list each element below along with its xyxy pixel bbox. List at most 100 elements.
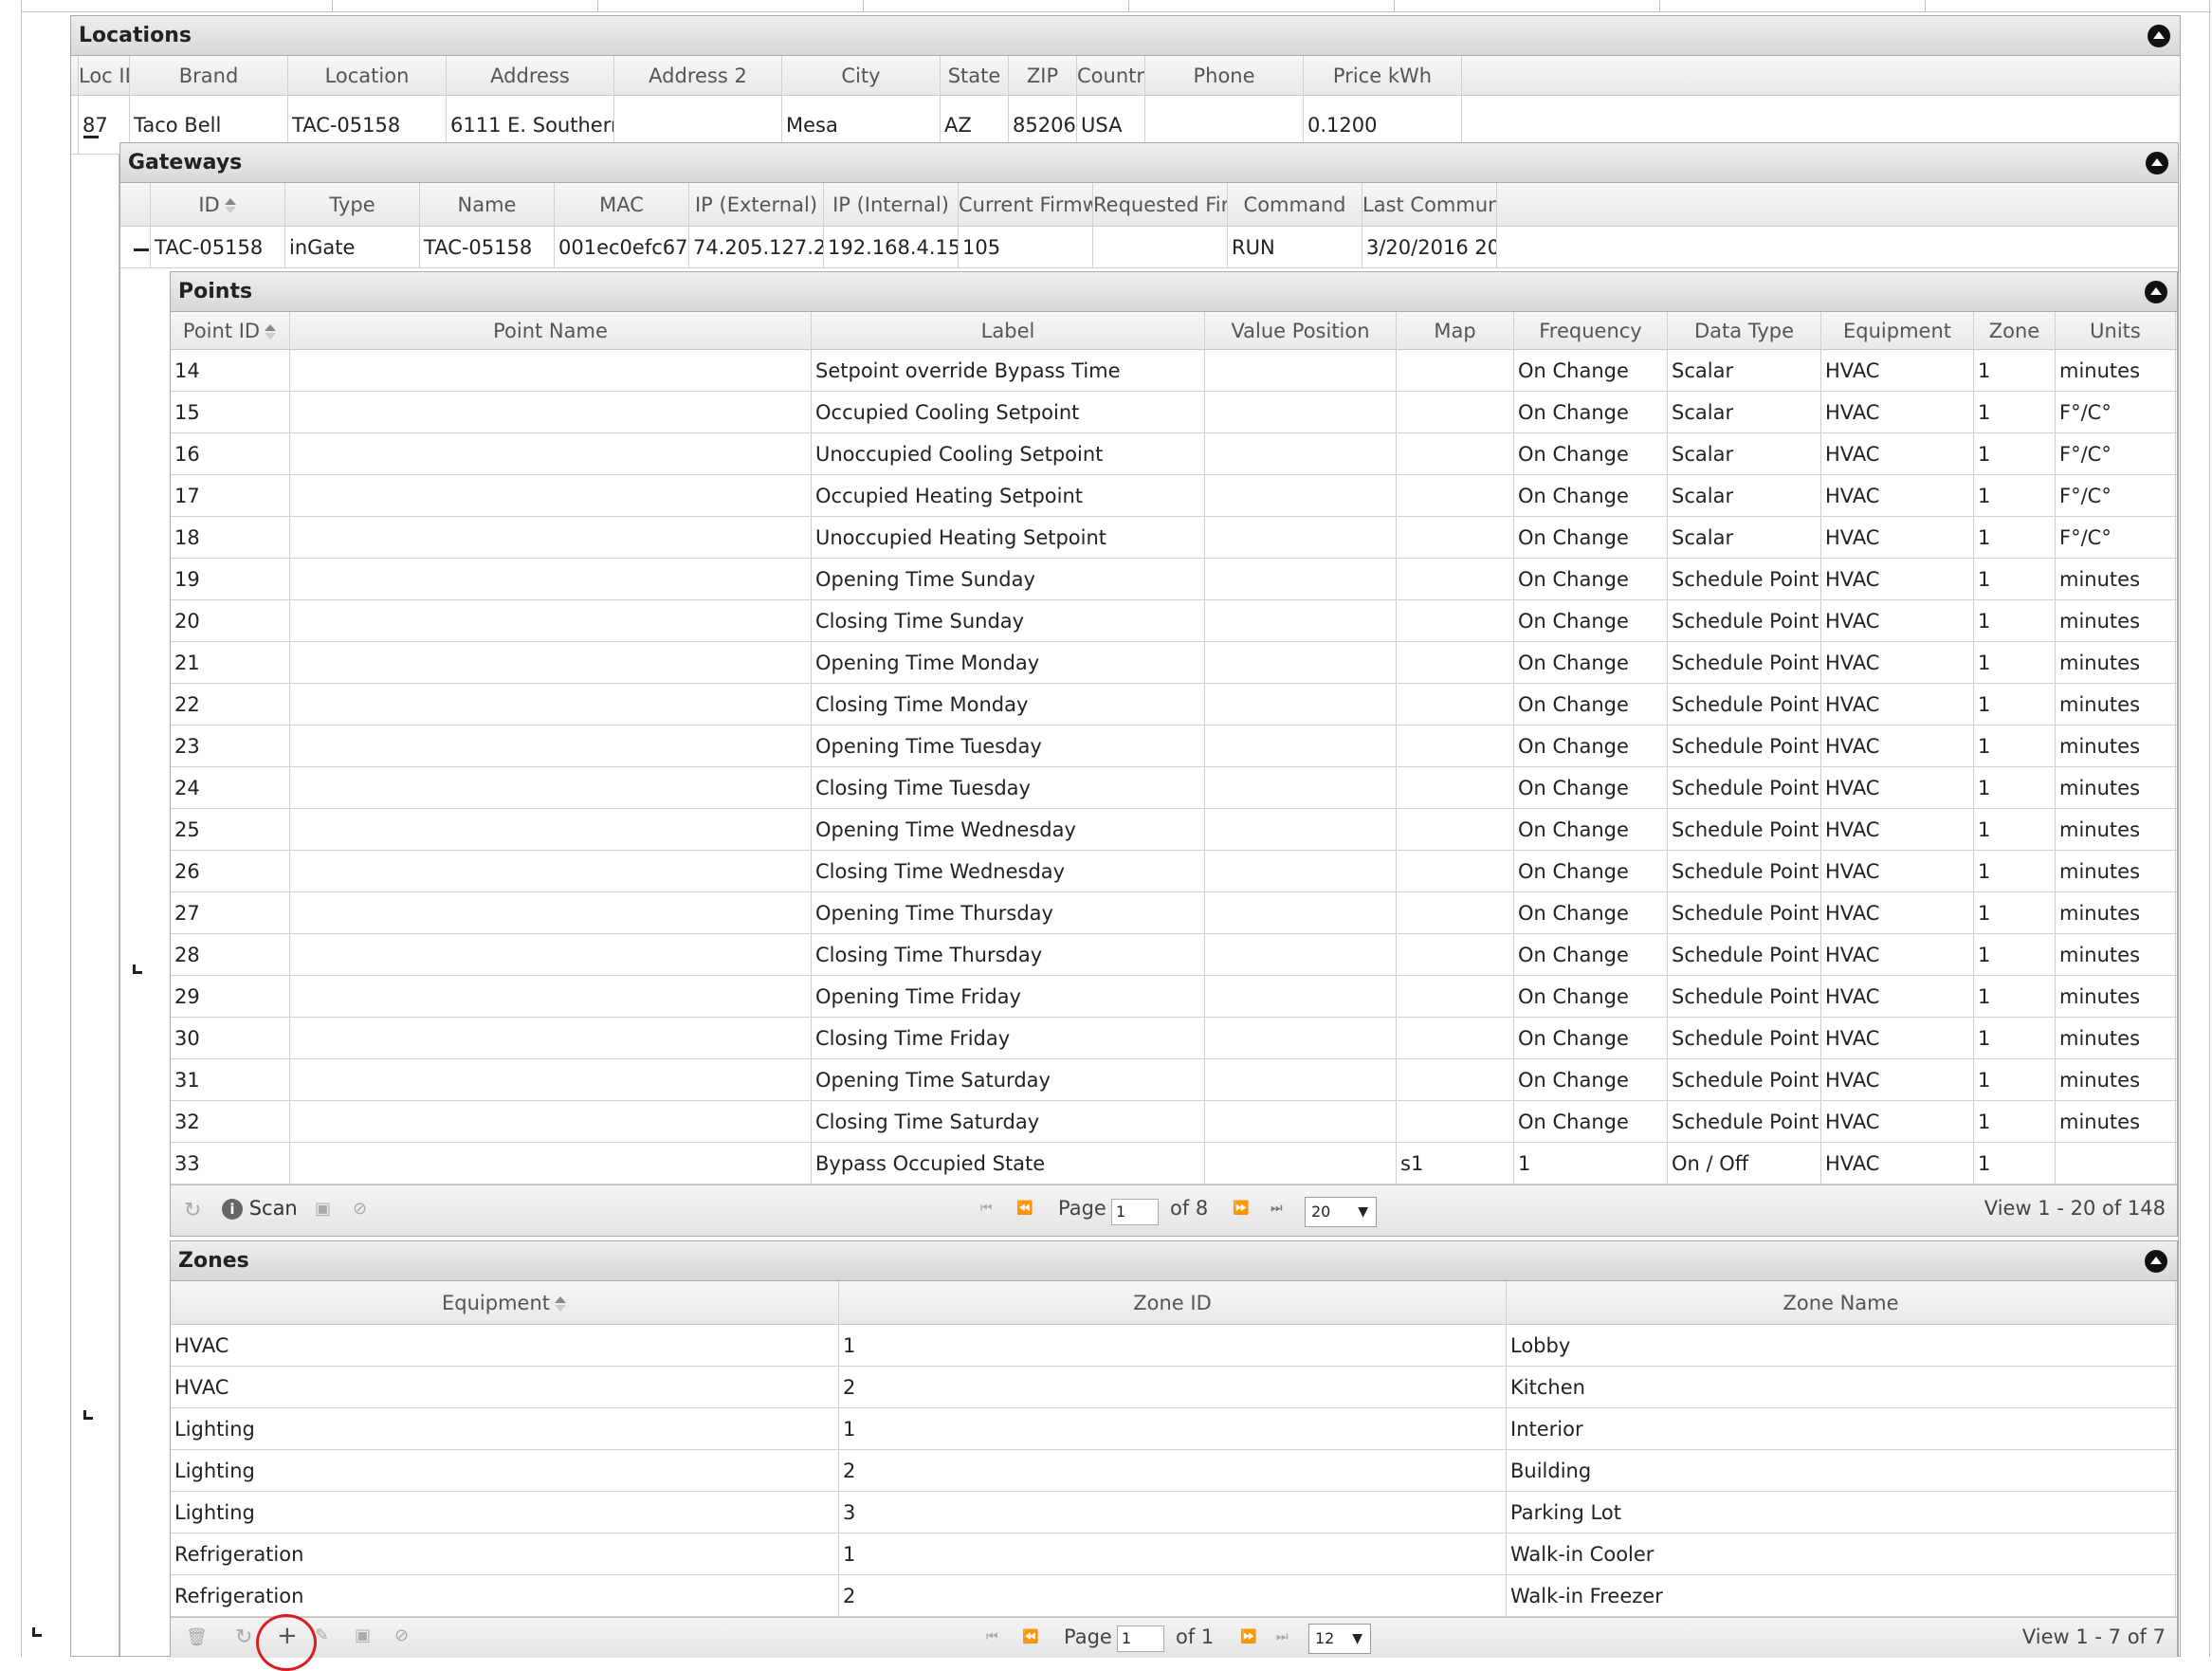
table-cell[interactable]: 1 [1974, 892, 2056, 933]
table-cell[interactable]: HVAC [1821, 767, 1974, 808]
table-cell[interactable] [1205, 767, 1397, 808]
table-cell[interactable] [1397, 350, 1514, 391]
table-cell[interactable] [1397, 517, 1514, 558]
table-cell[interactable]: HVAC [1821, 892, 1974, 933]
column-header[interactable]: Price kWh [1304, 56, 1462, 95]
table-cell[interactable] [1205, 1059, 1397, 1100]
gateways-collapse-icon[interactable] [2146, 152, 2168, 174]
table-cell[interactable] [290, 433, 812, 474]
table-row[interactable]: 16 Unoccupied Cooling Setpoint On Change Sc… [171, 433, 2177, 475]
table-row[interactable]: 22 Closing Time Monday On Change Schedule P… [171, 684, 2177, 725]
refresh-icon[interactable]: ↻ [184, 1199, 201, 1222]
table-cell[interactable]: HVAC [1821, 976, 1974, 1017]
table-cell[interactable]: On Change [1514, 392, 1668, 432]
table-row[interactable]: 28 Closing Time Thursday On Change Schedule… [171, 934, 2177, 976]
table-cell[interactable]: Setpoint override Bypass Time [812, 350, 1205, 391]
table-cell[interactable]: 19 [171, 559, 290, 599]
column-header[interactable]: Name [420, 183, 555, 226]
table-cell[interactable]: Schedule Point [1668, 642, 1821, 683]
table-cell[interactable]: Scalar [1668, 392, 1821, 432]
table-cell[interactable]: 192.168.4.151 [824, 227, 959, 267]
last-page-icon[interactable]: ⏭ [1271, 1201, 1283, 1216]
table-cell[interactable]: Walk-in Freezer [1507, 1575, 2176, 1616]
table-cell[interactable]: HVAC [1821, 934, 1974, 975]
table-cell[interactable] [2056, 1143, 2176, 1184]
table-cell[interactable]: Closing Time Monday [812, 684, 1205, 725]
column-header[interactable]: Brand [130, 56, 288, 95]
table-cell[interactable]: Schedule Point [1668, 892, 1821, 933]
column-header[interactable]: Current Firmware [959, 183, 1093, 226]
table-cell[interactable]: 1 [1974, 976, 2056, 1017]
table-cell[interactable]: 1 [1974, 1101, 2056, 1142]
table-cell[interactable] [1205, 642, 1397, 683]
scan-button[interactable]: i Scan [222, 1197, 298, 1220]
table-cell[interactable]: Closing Time Wednesday [812, 851, 1205, 891]
table-cell[interactable] [290, 600, 812, 641]
table-cell[interactable] [1397, 851, 1514, 891]
column-header[interactable]: State [941, 56, 1009, 95]
table-cell[interactable]: Parking Lot [1507, 1492, 2176, 1533]
table-cell[interactable]: TAC-05158 [420, 227, 555, 267]
table-cell[interactable]: 2 [839, 1367, 1507, 1407]
table-row[interactable]: 25 Opening Time Wednesday On Change Schedul… [171, 809, 2177, 851]
table-cell[interactable]: 001ec0efc672 [555, 227, 689, 267]
table-row[interactable]: 21 Opening Time Monday On Change Schedule P… [171, 642, 2177, 684]
table-cell[interactable]: 1 [1974, 392, 2056, 432]
table-cell[interactable]: s1 [1397, 1143, 1514, 1184]
table-cell[interactable]: 18 [171, 517, 290, 558]
table-cell[interactable]: On Change [1514, 475, 1668, 516]
table-row[interactable]: 27 Opening Time Thursday On Change Schedule… [171, 892, 2177, 934]
table-cell[interactable]: 1 [839, 1325, 1507, 1366]
table-cell[interactable]: HVAC [1821, 1143, 1974, 1184]
table-cell[interactable] [1397, 475, 1514, 516]
table-cell[interactable]: On Change [1514, 642, 1668, 683]
table-cell[interactable]: HVAC [1821, 559, 1974, 599]
table-cell[interactable]: Schedule Point [1668, 684, 1821, 725]
table-cell[interactable]: F°/C° [2056, 517, 2176, 558]
table-cell[interactable]: Closing Time Tuesday [812, 767, 1205, 808]
table-cell[interactable]: 22 [171, 684, 290, 725]
table-cell[interactable]: HVAC [1821, 1018, 1974, 1058]
table-cell[interactable]: 14 [171, 350, 290, 391]
table-cell[interactable]: minutes [2056, 684, 2176, 725]
column-header[interactable]: Zone ID [839, 1281, 1507, 1324]
column-header[interactable]: Type [285, 183, 420, 226]
table-cell[interactable]: 1 [1974, 767, 2056, 808]
table-cell[interactable]: Unoccupied Cooling Setpoint [812, 433, 1205, 474]
table-cell[interactable]: Schedule Point [1668, 851, 1821, 891]
column-header[interactable]: Requested Firmware [1093, 183, 1228, 226]
sort-icon[interactable] [224, 197, 237, 214]
refresh-icon[interactable]: ↻ [235, 1625, 252, 1649]
last-page-icon[interactable]: ⏭ [1276, 1629, 1289, 1644]
table-row[interactable]: HVAC 1 Lobby [171, 1325, 2177, 1367]
table-cell[interactable] [290, 892, 812, 933]
table-cell[interactable]: minutes [2056, 725, 2176, 766]
table-cell[interactable] [290, 392, 812, 432]
gateways-row[interactable]: TAC-05158 inGate TAC-05158 001ec0efc672 74.2… [120, 227, 2178, 268]
table-cell[interactable] [1205, 892, 1397, 933]
column-header[interactable]: Value Position [1205, 312, 1397, 349]
table-cell[interactable]: On Change [1514, 517, 1668, 558]
column-header[interactable]: MAC [555, 183, 689, 226]
table-cell[interactable]: Walk-in Cooler [1507, 1533, 2176, 1574]
table-cell[interactable]: HVAC [1821, 517, 1974, 558]
table-cell[interactable]: On Change [1514, 809, 1668, 850]
table-cell[interactable] [290, 934, 812, 975]
table-cell[interactable]: F°/C° [2056, 433, 2176, 474]
table-cell[interactable] [1205, 392, 1397, 432]
table-row[interactable]: 18 Unoccupied Heating Setpoint On Change Sc… [171, 517, 2177, 559]
table-cell[interactable]: 1 [1974, 642, 2056, 683]
table-cell[interactable]: 1 [1974, 433, 2056, 474]
table-row[interactable]: Refrigeration 1 Walk-in Cooler [171, 1533, 2177, 1575]
column-header[interactable]: ZIP [1009, 56, 1077, 95]
table-cell[interactable]: minutes [2056, 1101, 2176, 1142]
table-row[interactable]: Refrigeration 2 Walk-in Freezer [171, 1575, 2177, 1617]
table-cell[interactable]: 1 [1974, 559, 2056, 599]
table-cell[interactable]: On Change [1514, 892, 1668, 933]
table-cell[interactable]: Refrigeration [171, 1533, 839, 1574]
next-page-icon[interactable]: ⏩ [1240, 1629, 1256, 1644]
table-cell[interactable]: 30 [171, 1018, 290, 1058]
edit-icon[interactable]: ✎ [315, 1625, 329, 1645]
table-cell[interactable]: Interior [1507, 1408, 2176, 1449]
prev-page-icon[interactable]: ⏪ [1022, 1629, 1038, 1644]
